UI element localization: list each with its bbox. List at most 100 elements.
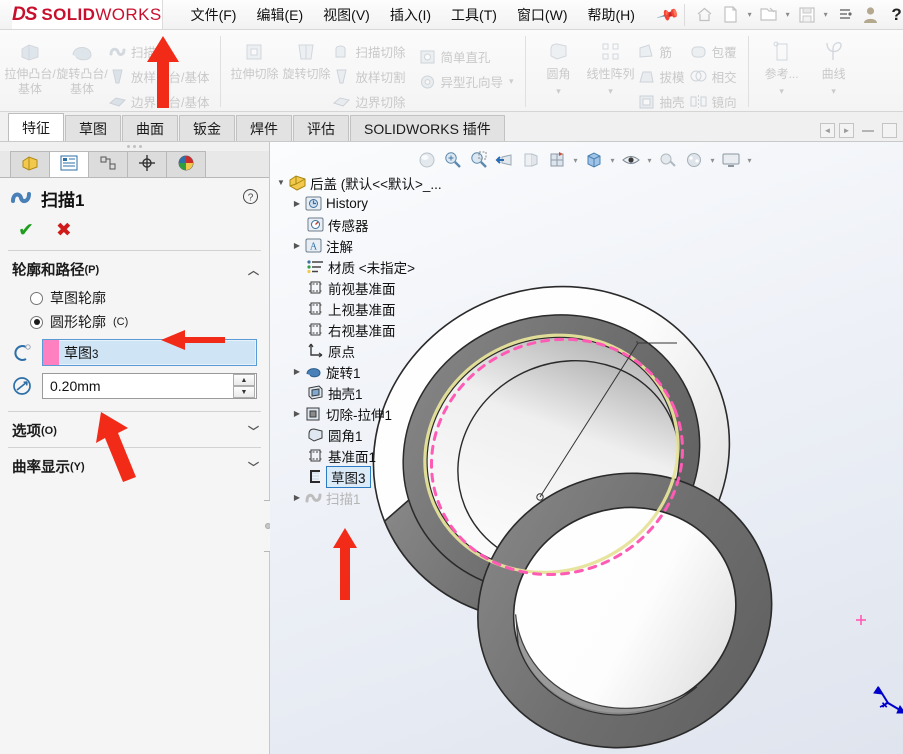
tree-node-history[interactable]: ▶ History	[274, 193, 442, 214]
tab-sheetmetal[interactable]: 钣金	[179, 115, 235, 141]
tab-features[interactable]: 特征	[8, 113, 64, 141]
section-view-icon[interactable]	[519, 148, 543, 172]
stepper-up-icon[interactable]: ▲	[233, 374, 255, 386]
view-orientation-icon[interactable]	[545, 148, 569, 172]
display-style-icon[interactable]	[582, 148, 606, 172]
tree-node-plane1[interactable]: 基准面1	[274, 445, 442, 466]
new-document-icon[interactable]	[719, 3, 743, 27]
hide-show-caret[interactable]: ▾	[645, 156, 654, 165]
tree-node-material[interactable]: 材质 <未指定>	[274, 256, 442, 277]
next-window-button[interactable]: ►	[839, 123, 854, 138]
apply-scene-caret[interactable]: ▾	[708, 156, 717, 165]
extrude-cut-button[interactable]: 拉伸切除	[228, 35, 280, 82]
section-header-options[interactable]: 选项 (O) ﹀	[0, 412, 269, 447]
sweep-cut-button[interactable]: 扫描切除	[332, 39, 409, 63]
radio-circular-profile[interactable]	[30, 315, 43, 329]
home-icon[interactable]	[693, 3, 717, 27]
view-orientation-caret[interactable]: ▾	[571, 156, 580, 165]
apply-scene-icon[interactable]	[682, 148, 706, 172]
prev-window-button[interactable]: ◄	[820, 123, 835, 138]
tab-weldments[interactable]: 焊件	[236, 115, 292, 141]
tab-configuration-manager[interactable]	[88, 151, 128, 177]
reference-dropdown-caret[interactable]: ▾	[779, 84, 784, 99]
menu-help[interactable]: 帮助(H)	[577, 1, 644, 29]
expand-toggle-right-icon[interactable]: ▶	[290, 409, 304, 418]
display-style-caret[interactable]: ▾	[608, 156, 617, 165]
linear-pattern-dropdown-caret[interactable]: ▾	[608, 84, 613, 99]
fillet-button[interactable]: 圆角 ▾	[533, 35, 585, 99]
menu-edit[interactable]: 编辑(E)	[246, 1, 313, 29]
zoom-in-out-icon[interactable]	[467, 148, 491, 172]
expand-toggle-right-icon[interactable]: ▶	[290, 199, 304, 208]
expand-toggle-down-icon[interactable]: ▼	[274, 178, 288, 187]
expand-toggle-right-icon[interactable]: ▶	[290, 493, 304, 502]
restore-document-button[interactable]	[882, 123, 897, 138]
loft-cut-button[interactable]: 放样切割	[332, 64, 409, 88]
tab-solidworks-addins[interactable]: SOLIDWORKS 插件	[350, 115, 505, 141]
minimize-document-button[interactable]	[862, 129, 874, 132]
edit-appearance-icon[interactable]	[656, 148, 680, 172]
hole-wizard-dropdown-caret[interactable]: ▾	[509, 76, 514, 87]
user-account-icon[interactable]	[859, 3, 883, 27]
tree-node-cut-extrude1[interactable]: ▶ 切除-拉伸1	[274, 403, 442, 424]
tree-node-part[interactable]: ▼ 后盖 (默认<<默认>_...	[274, 172, 442, 193]
tab-sketch[interactable]: 草图	[65, 115, 121, 141]
expand-toggle-right-icon[interactable]: ▶	[290, 367, 304, 376]
chevron-down-icon[interactable]: ﹀	[248, 423, 259, 439]
tree-node-front-plane[interactable]: 前视基准面	[274, 277, 442, 298]
fillet-dropdown-caret[interactable]: ▾	[556, 84, 561, 99]
hole-wizard-button[interactable]: 异型孔向导 ▾	[418, 69, 518, 93]
tab-surfaces[interactable]: 曲面	[122, 115, 178, 141]
view-settings-icon[interactable]	[719, 148, 743, 172]
save-dropdown-caret[interactable]: ▾	[821, 10, 831, 19]
tree-node-sensors[interactable]: 传感器	[274, 214, 442, 235]
revolve-boss-button[interactable]: 旋转凸台/基体	[56, 35, 108, 97]
radio-sketch-profile[interactable]	[30, 291, 43, 305]
menu-insert[interactable]: 插入(I)	[380, 1, 441, 29]
stepper-down-icon[interactable]: ▼	[233, 386, 255, 398]
tree-node-fillet1[interactable]: 圆角1	[274, 424, 442, 445]
menu-view[interactable]: 视图(V)	[313, 1, 380, 29]
tab-dimxpert-manager[interactable]	[127, 151, 167, 177]
previous-view-icon[interactable]	[493, 148, 517, 172]
open-dropdown-caret[interactable]: ▾	[783, 10, 793, 19]
cancel-button[interactable]: ✖	[56, 219, 72, 242]
revolve-cut-button[interactable]: 旋转切除	[280, 35, 332, 82]
rib-button[interactable]: 筋	[637, 39, 689, 63]
zoom-to-area-icon[interactable]	[441, 148, 465, 172]
simple-hole-button[interactable]: 简单直孔	[418, 44, 518, 68]
tree-node-sketch3[interactable]: 草图3	[274, 465, 442, 488]
panel-drag-grip[interactable]	[0, 142, 269, 151]
tab-display-manager[interactable]	[166, 151, 206, 177]
boundary-boss-button[interactable]: 边界凸台/基体	[108, 89, 213, 111]
menu-file[interactable]: 文件(F)	[181, 1, 247, 29]
hide-show-items-icon[interactable]	[619, 148, 643, 172]
tab-property-manager[interactable]	[49, 151, 89, 177]
loft-boss-button[interactable]: 放样凸台/基体	[108, 64, 213, 88]
print-icon[interactable]	[833, 3, 857, 27]
option-sketch-profile[interactable]: 草图轮廓	[0, 286, 269, 310]
view-settings-caret[interactable]: ▾	[745, 156, 754, 165]
sweep-button[interactable]: 扫描	[108, 39, 213, 63]
menu-window[interactable]: 窗口(W)	[507, 1, 578, 29]
tree-node-sweep1[interactable]: ▶ 扫描1	[274, 487, 442, 508]
tree-node-annotations[interactable]: ▶ A 注解	[274, 235, 442, 256]
draft-button[interactable]: 拔模	[637, 64, 689, 88]
chevron-up-icon[interactable]: ︿	[248, 262, 259, 278]
save-icon[interactable]	[795, 3, 819, 27]
curves-button[interactable]: 曲线 ▾	[808, 35, 860, 99]
tree-node-revolve1[interactable]: ▶ 旋转1	[274, 361, 442, 382]
wrap-button[interactable]: 包覆	[689, 39, 741, 63]
tab-feature-manager-design-tree[interactable]	[10, 151, 50, 177]
diameter-input[interactable]: 0.20mm ▲ ▼	[42, 373, 257, 399]
ok-button[interactable]: ✔	[18, 219, 34, 242]
option-circular-profile[interactable]: 圆形轮廓 (C)	[0, 310, 269, 334]
help-question-icon[interactable]: ?	[885, 3, 903, 27]
diameter-stepper[interactable]: ▲ ▼	[233, 374, 255, 398]
graphics-viewport[interactable]: ▾ ▾ ▾ ▾ ▾ × ▼ 后盖 (默认<<默认>_... ▶ History …	[270, 142, 903, 754]
new-document-dropdown-caret[interactable]: ▾	[745, 10, 755, 19]
extrude-boss-button[interactable]: 拉伸凸台/基体	[4, 35, 56, 97]
chevron-down-icon[interactable]: ﹀	[248, 459, 259, 475]
tree-node-top-plane[interactable]: 上视基准面	[274, 298, 442, 319]
tree-node-origin[interactable]: 原点	[274, 340, 442, 361]
